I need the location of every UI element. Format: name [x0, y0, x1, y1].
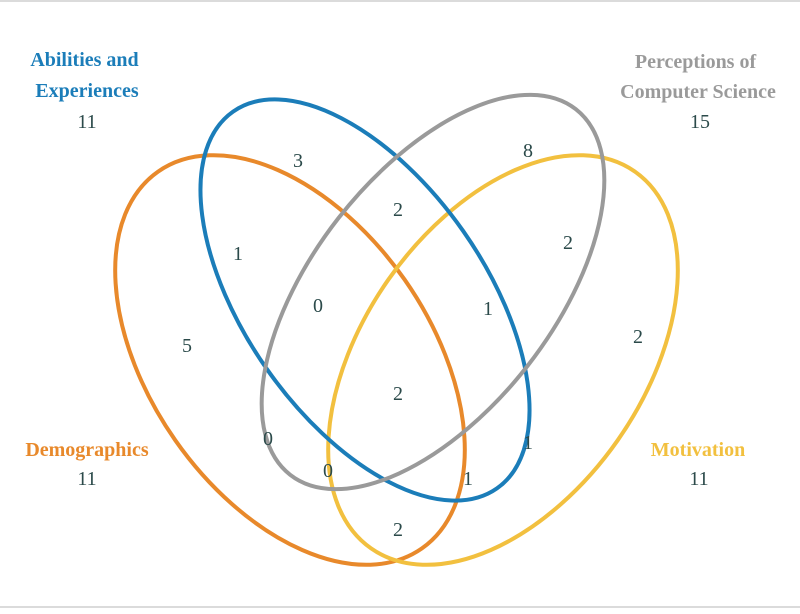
region-abilities-only: 3: [293, 150, 303, 172]
region-perceptions-motivation: 2: [563, 232, 573, 254]
region-abilities-perceptions-demographics: 0: [313, 295, 323, 317]
motivation-count: 11: [689, 468, 708, 490]
abilities-count: 11: [77, 111, 96, 133]
region-perceptions-only: 8: [523, 140, 533, 162]
region-motivation-only: 2: [633, 326, 643, 348]
region-perceptions-demographics-motivation: 0: [323, 460, 333, 482]
motivation-title: Motivation: [651, 439, 745, 461]
perceptions-ellipse: [259, 92, 607, 492]
venn-diagram: Abilities and Experiences 11 Perceptions…: [0, 0, 800, 608]
region-abilities-motivation: 1: [523, 432, 533, 454]
region-demographics-only: 5: [182, 335, 192, 357]
demographics-ellipse: [113, 153, 467, 567]
region-abilities-demographics-motivation: 1: [463, 468, 473, 490]
region-abilities-perceptions: 2: [393, 199, 403, 221]
demographics-title: Demographics: [25, 439, 149, 461]
perceptions-count: 15: [690, 111, 710, 133]
demographics-count: 11: [77, 468, 96, 490]
perceptions-title: Perceptions of Computer Science: [620, 51, 776, 103]
region-perceptions-demographics: 0: [263, 428, 273, 450]
motivation-ellipse: [326, 153, 680, 567]
abilities-ellipse: [198, 97, 532, 503]
abilities-title: Abilities and Experiences: [30, 49, 143, 102]
region-all-four: 2: [393, 383, 403, 405]
region-abilities-demographics: 1: [233, 243, 243, 265]
region-demographics-motivation: 2: [393, 519, 403, 541]
region-abilities-perceptions-motivation: 1: [483, 298, 493, 320]
